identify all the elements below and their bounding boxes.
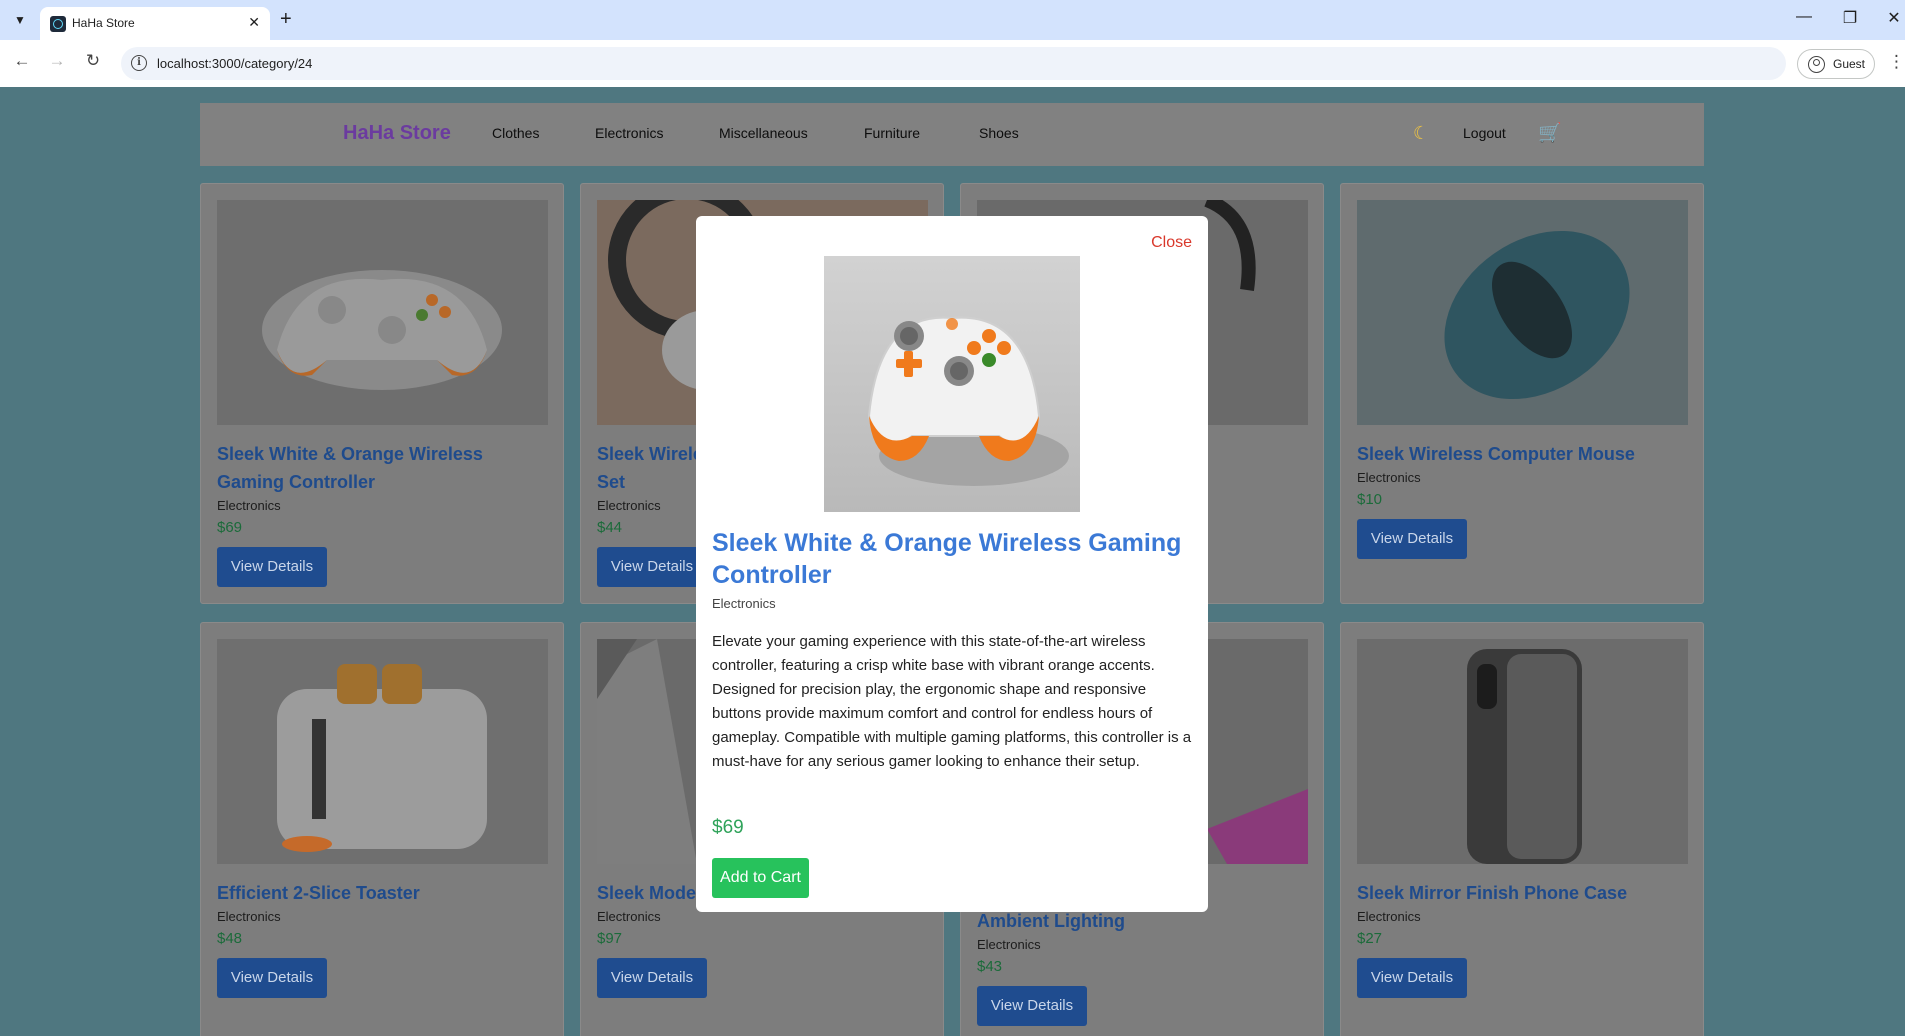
url-text[interactable]: localhost:3000/category/24 [157,56,312,71]
restore-icon[interactable]: ❐ [1838,8,1862,28]
react-favicon-icon [50,16,66,32]
kebab-menu-icon[interactable]: ⋮ [1888,52,1905,72]
browser-toolbar: ← → ↻ i localhost:3000/category/24 Guest [0,40,1905,87]
modal-close-button[interactable]: Close [1151,234,1192,252]
modal-product-price: $69 [712,817,744,838]
add-to-cart-button[interactable]: Add to Cart [712,858,809,898]
modal-product-description: Elevate your gaming experience with this… [712,633,1192,770]
minimize-icon[interactable]: — [1792,8,1816,26]
new-tab-plus-icon[interactable]: + [280,9,292,29]
address-bar[interactable]: i localhost:3000/category/24 [121,47,1786,80]
profile-button[interactable]: Guest [1797,49,1875,79]
modal-product-category: Electronics [712,596,776,611]
reload-icon[interactable]: ↻ [81,51,105,71]
forward-icon[interactable]: → [45,51,69,71]
tab-close-icon[interactable]: ✕ [248,14,260,31]
guest-icon [1808,56,1825,73]
browser-tab[interactable]: HaHa Store ✕ [40,7,270,40]
modal-product-title: Sleek White & Orange Wireless Gaming Con… [712,529,1182,589]
site-info-icon[interactable]: i [131,55,147,71]
tab-title: HaHa Store [72,16,135,30]
back-icon[interactable]: ← [10,51,34,71]
product-detail-modal: Close Sleek White & Orange Wireless Gami… [696,216,1208,912]
page-content: HaHa Store Clothes Electronics Miscellan… [0,87,1905,1036]
tab-search-chevron-icon[interactable]: ▼ [10,10,30,30]
browser-tab-bar: ▼ HaHa Store ✕ + — ❐ ✕ [0,0,1905,40]
profile-label: Guest [1833,57,1866,71]
modal-product-image [824,256,1080,512]
window-close-icon[interactable]: ✕ [1882,8,1905,28]
